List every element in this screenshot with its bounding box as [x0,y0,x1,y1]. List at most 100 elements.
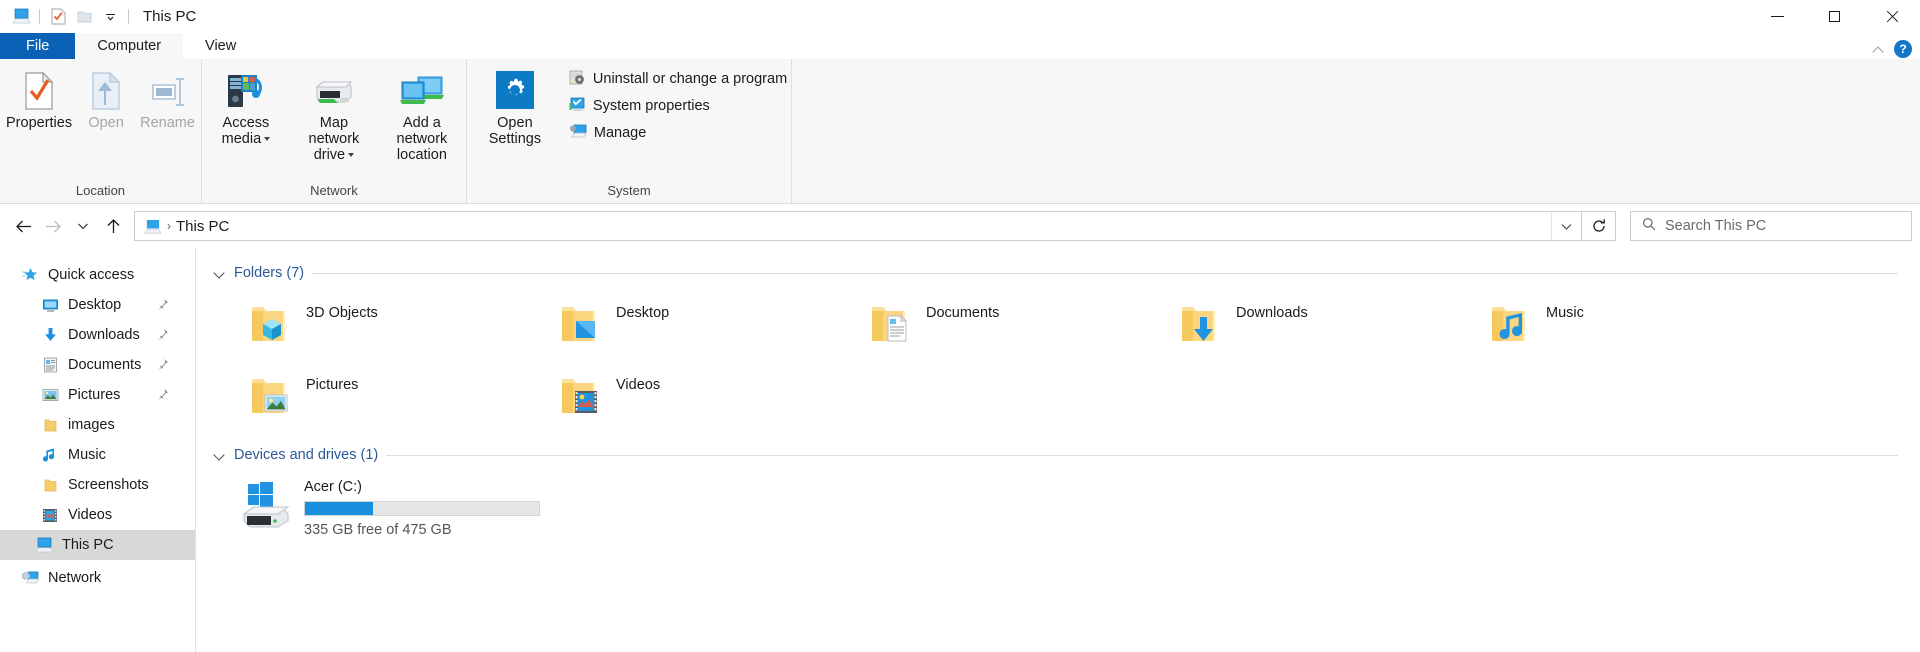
close-button[interactable] [1863,0,1920,33]
uninstall-program-label: Uninstall or change a program [592,71,788,87]
system-properties-icon [569,96,586,117]
quick-access-star-icon [20,267,40,283]
section-header-folders[interactable]: Folders (7) [212,262,1920,284]
open-icon [90,69,122,111]
ribbon-tab-strip: File Computer View ? [0,33,1920,59]
ribbon-tab-right-controls: ? [1873,40,1912,58]
sidebar-item-screenshots[interactable]: Screenshots [0,470,195,500]
open-button[interactable]: Open [78,66,134,131]
sidebar-item-quick-access[interactable]: Quick access [0,260,195,290]
search-input[interactable]: Search This PC [1665,218,1766,234]
folder-label: Pictures [306,377,359,393]
sidebar-item-pictures[interactable]: Pictures [0,380,195,410]
properties-icon[interactable] [45,4,71,30]
access-media-button[interactable]: Access media [202,66,290,147]
sidebar-item-music[interactable]: Music [0,440,195,470]
folder-icon[interactable] [71,4,97,30]
system-small-buttons: Uninstall or change a program System pro… [559,66,791,144]
sidebar-item-videos[interactable]: Videos [0,500,195,530]
tab-computer[interactable]: Computer [75,33,184,59]
folder-icon [40,478,60,493]
help-icon[interactable]: ? [1894,40,1912,58]
folder-item-downloads[interactable]: Downloads [1142,290,1452,362]
search-icon [1642,217,1656,235]
map-network-drive-label: Map network drive [296,111,372,163]
uninstall-or-change-a-program-button[interactable]: Uninstall or change a program [565,68,791,90]
this-pc-icon[interactable] [144,217,162,234]
refresh-button[interactable] [1582,211,1616,241]
folder-icon [40,418,60,433]
folder-item-pictures[interactable]: Pictures [212,362,522,434]
this-pc-icon[interactable] [8,4,34,30]
sidebar-item-network[interactable]: Network [0,563,195,593]
breadcrumb-separator[interactable]: › [167,219,171,233]
minimize-button[interactable] [1749,0,1806,33]
sidebar-item-this-pc[interactable]: This PC [0,530,195,560]
section-rule [312,272,1898,274]
sidebar-item-documents[interactable]: Documents [0,350,195,380]
open-settings-button[interactable]: Open Settings [471,66,559,147]
ribbon-group-network-label: Network [310,183,358,198]
sidebar-label: Documents [68,357,142,373]
system-properties-button[interactable]: System properties [565,95,791,117]
drive-capacity-bar [304,501,540,516]
caret-down-icon[interactable] [348,153,355,158]
sidebar-item-desktop[interactable]: Desktop [0,290,195,320]
customize-quick-access-caret[interactable] [97,4,123,30]
drive-item-acer-c[interactable]: Acer (C:) 335 GB free of 475 GB [212,472,632,548]
up-button[interactable] [98,211,128,241]
tab-file[interactable]: File [0,33,76,59]
map-network-drive-button[interactable]: Map network drive [290,66,378,163]
folder-pictures-icon [242,366,300,424]
sidebar-label: Music [68,447,106,463]
windows-drive-icon [234,474,298,534]
folder-item-documents[interactable]: Documents [832,290,1142,362]
chevron-down-icon[interactable] [212,266,226,280]
folder-label: 3D Objects [306,305,378,321]
search-box[interactable]: Search This PC [1630,211,1912,241]
navigation-pane: Quick access Desktop Downloads Documents… [0,248,196,652]
properties-button[interactable]: Properties [0,66,78,131]
network-icon [20,570,40,586]
pin-icon[interactable] [156,298,169,315]
chevron-down-icon[interactable] [212,448,226,462]
caret-down-icon[interactable] [264,137,271,142]
tab-view[interactable]: View [183,33,258,59]
folder-item-music[interactable]: Music [1452,290,1762,362]
folder-label: Videos [616,377,661,393]
manage-button[interactable]: Manage [565,122,791,144]
folder-documents-icon [862,294,920,352]
manage-label: Manage [593,125,647,141]
pin-icon[interactable] [156,328,169,345]
drive-capacity-fill [305,502,373,515]
maximize-button[interactable] [1806,0,1863,33]
sidebar-item-images[interactable]: images [0,410,195,440]
ribbon-group-location: Properties Open Rename Location [0,59,201,203]
forward-button[interactable] [38,211,68,241]
collapse-ribbon-icon[interactable] [1873,44,1884,55]
section-header-devices-and-drives[interactable]: Devices and drives (1) [212,444,1920,466]
file-list-pane: Folders (7) 3D Objects Desktop Documents… [196,248,1920,652]
access-media-text: Access media [221,115,270,147]
folder-item-videos[interactable]: Videos [522,362,832,434]
sidebar-label: Videos [68,507,113,523]
pin-icon[interactable] [156,358,169,375]
back-button[interactable] [8,211,38,241]
address-bar[interactable]: › This PC [134,211,1582,241]
sidebar-label: This PC [62,537,114,553]
sidebar-label: Screenshots [68,477,149,493]
section-title-folders: Folders (7) [234,265,305,281]
sidebar-label: Desktop [68,297,122,313]
add-network-location-button[interactable]: Add a network location [378,66,466,163]
pin-icon[interactable] [156,388,169,405]
recent-locations-button[interactable] [68,211,98,241]
sidebar-item-downloads[interactable]: Downloads [0,320,195,350]
folder-item-3d-objects[interactable]: 3D Objects [212,290,522,362]
folders-grid: 3D Objects Desktop Documents Downloads M… [212,290,1920,434]
address-dropdown-button[interactable] [1551,212,1581,240]
properties-icon [22,69,56,111]
breadcrumb-item-this-pc[interactable]: This PC [176,218,229,235]
rename-button[interactable]: Rename [134,66,201,131]
folder-item-desktop[interactable]: Desktop [522,290,832,362]
ribbon-group-network: Access media Map network drive Add a net… [200,59,466,203]
